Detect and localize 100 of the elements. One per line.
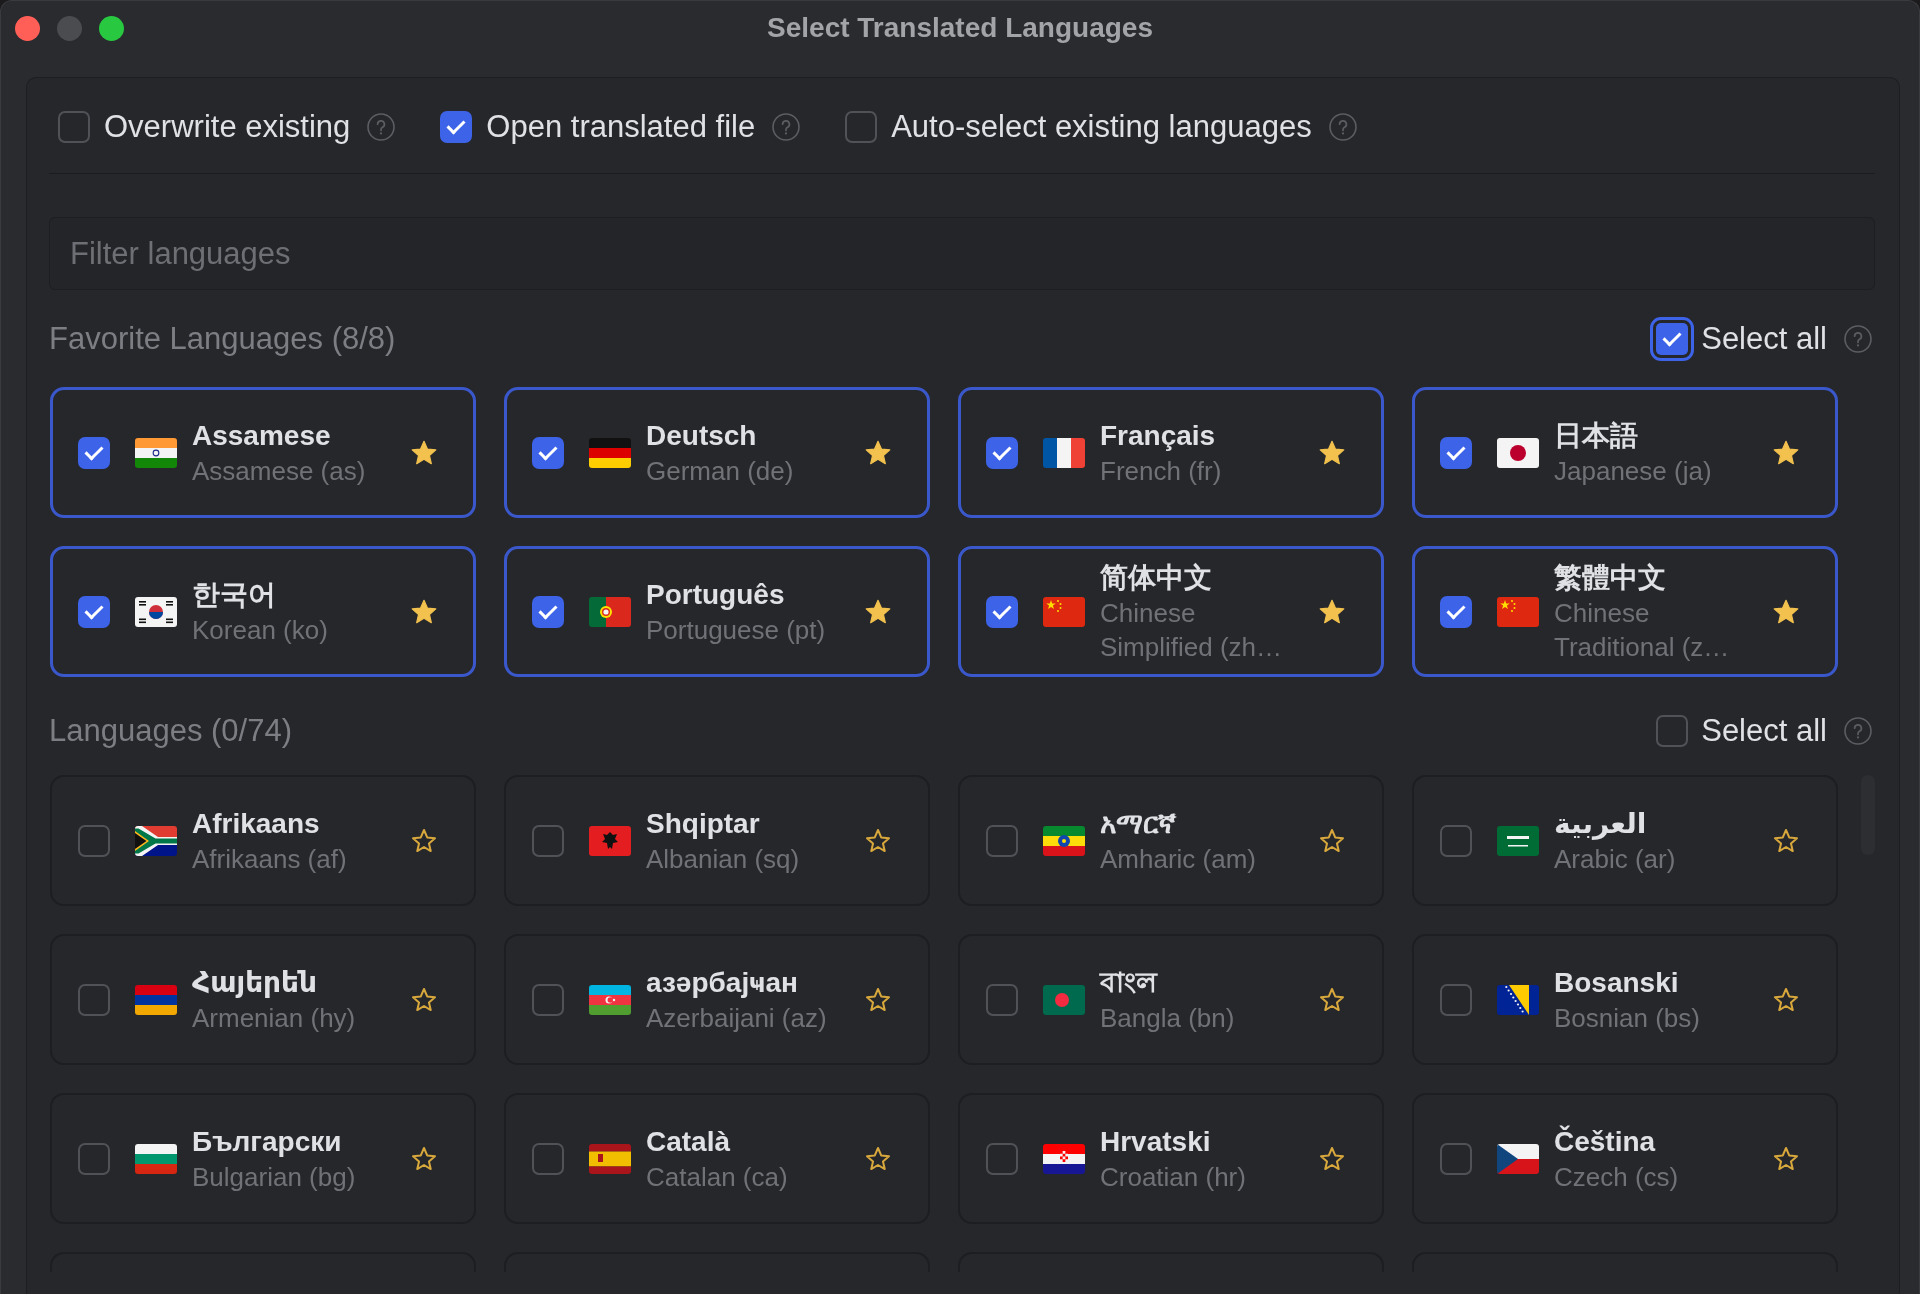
checkbox[interactable]	[1440, 824, 1472, 857]
language-card[interactable]: 简体中文 Chinese Simplified (zh…	[958, 546, 1384, 677]
language-card[interactable]: Deutsch German (de)	[504, 387, 930, 518]
language-card[interactable]: Hrvatski Croatian (hr)	[958, 1093, 1384, 1224]
select-all-checkbox[interactable]	[1656, 715, 1689, 747]
star-icon[interactable]	[1319, 987, 1345, 1012]
language-card[interactable]: Afrikaans Afrikaans (af)	[50, 775, 476, 906]
flag-icon	[589, 825, 631, 856]
star-icon[interactable]	[411, 987, 437, 1012]
star-icon[interactable]	[1773, 1146, 1799, 1171]
select-all-label[interactable]: Select all	[1701, 321, 1827, 357]
language-english-name: Japanese (ja)	[1554, 454, 1713, 488]
language-native-name: азәрбајҹан	[646, 965, 799, 1000]
checkbox[interactable]	[1440, 595, 1472, 628]
star-icon[interactable]	[865, 987, 891, 1012]
checkbox[interactable]	[986, 436, 1018, 469]
checkbox[interactable]	[78, 436, 110, 469]
language-card[interactable]: 日本語 Japanese (ja)	[1412, 387, 1838, 518]
checkbox[interactable]	[532, 1142, 564, 1175]
checkbox[interactable]	[986, 595, 1018, 628]
language-card[interactable]: Հայերեն Armenian (hy)	[50, 934, 476, 1065]
flag-icon	[135, 984, 177, 1015]
checkbox-label[interactable]: Overwrite existing	[104, 109, 351, 145]
language-english-name: Portuguese (pt)	[646, 613, 827, 647]
star-icon[interactable]	[1773, 440, 1799, 465]
select-all-label[interactable]: Select all	[1701, 713, 1827, 749]
checkbox[interactable]	[986, 1142, 1018, 1175]
star-icon[interactable]	[411, 1146, 437, 1171]
language-english-name: Azerbaijani (az)	[646, 1001, 828, 1035]
language-english-name: French (fr)	[1100, 454, 1223, 488]
language-english-name: Croatian (hr)	[1100, 1160, 1247, 1194]
filter-field[interactable]: Filter languages	[49, 217, 1875, 290]
language-native-name: Català	[646, 1124, 732, 1159]
language-english-name: Assamese (as)	[192, 454, 367, 488]
language-english-name: Chinese Traditional (z…	[1554, 596, 1731, 664]
checkbox[interactable]	[1440, 436, 1472, 469]
language-native-name: Français	[1100, 418, 1217, 453]
star-icon[interactable]	[865, 1146, 891, 1171]
language-english-name: Amharic (am)	[1100, 842, 1257, 876]
language-card[interactable]: азәрбајҹан Azerbaijani (az)	[504, 934, 930, 1065]
language-card[interactable]: Shqiptar Albanian (sq)	[504, 775, 930, 906]
checkbox[interactable]	[532, 436, 564, 469]
checkbox[interactable]	[78, 595, 110, 628]
checkbox-label[interactable]: Open translated file	[486, 109, 756, 145]
language-card[interactable]: Français French (fr)	[958, 387, 1384, 518]
flag-icon	[1043, 984, 1085, 1015]
language-card[interactable]: Čeština Czech (cs)	[1412, 1093, 1838, 1224]
language-card[interactable]: Bosanski Bosnian (bs)	[1412, 934, 1838, 1065]
flag-icon	[1497, 1143, 1539, 1174]
checkbox[interactable]	[532, 824, 564, 857]
flag-icon	[1497, 437, 1539, 468]
checkbox[interactable]	[986, 983, 1018, 1016]
zoom-button[interactable]	[99, 15, 124, 41]
checkbox[interactable]	[78, 1142, 110, 1175]
flag-icon	[1043, 437, 1085, 468]
star-icon[interactable]	[411, 599, 437, 624]
checkbox[interactable]	[78, 983, 110, 1016]
star-icon[interactable]	[1319, 828, 1345, 853]
star-icon[interactable]	[1319, 1146, 1345, 1171]
language-card[interactable]: አማርኛ Amharic (am)	[958, 775, 1384, 906]
star-icon[interactable]	[865, 440, 891, 465]
checkbox[interactable]	[78, 824, 110, 857]
language-card[interactable]: Български Bulgarian (bg)	[50, 1093, 476, 1224]
star-icon[interactable]	[865, 599, 891, 624]
star-icon[interactable]	[1773, 599, 1799, 624]
star-icon[interactable]	[1773, 828, 1799, 853]
language-card[interactable]: Assamese Assamese (as)	[50, 387, 476, 518]
checkbox[interactable]	[1440, 1142, 1472, 1175]
select-all-checkbox[interactable]	[1650, 317, 1695, 361]
checkbox[interactable]	[986, 824, 1018, 857]
checkbox[interactable]	[1440, 983, 1472, 1016]
language-native-name: Hrvatski	[1100, 1124, 1212, 1159]
star-icon[interactable]	[1773, 987, 1799, 1012]
language-english-name: Chinese Simplified (zh…	[1100, 596, 1284, 664]
language-english-name: Bangla (bn)	[1100, 1001, 1236, 1035]
language-english-name: German (de)	[646, 454, 795, 488]
language-card[interactable]: Português Portuguese (pt)	[504, 546, 930, 677]
window-title: Select Translated Languages	[767, 12, 1153, 44]
flag-icon	[589, 1143, 631, 1174]
flag-icon	[135, 596, 177, 627]
star-icon[interactable]	[865, 828, 891, 853]
language-card[interactable]: 繁體中文 Chinese Traditional (z…	[1412, 546, 1838, 677]
language-card[interactable]: বাংল Bangla (bn)	[958, 934, 1384, 1065]
star-icon[interactable]	[411, 440, 437, 465]
star-icon[interactable]	[1319, 599, 1345, 624]
checkbox[interactable]	[532, 595, 564, 628]
language-card[interactable]: 한국어 Korean (ko)	[50, 546, 476, 677]
checkbox[interactable]	[58, 111, 90, 143]
flag-icon	[589, 984, 631, 1015]
language-native-name: 繁體中文	[1554, 560, 1667, 595]
star-icon[interactable]	[411, 828, 437, 853]
close-button[interactable]	[15, 15, 40, 41]
checkbox[interactable]	[532, 983, 564, 1016]
checkbox[interactable]	[845, 111, 878, 143]
star-icon[interactable]	[1319, 440, 1345, 465]
checkbox[interactable]	[440, 111, 473, 143]
language-native-name: Bosanski	[1554, 965, 1680, 1000]
language-native-name: 日本語	[1554, 418, 1639, 453]
language-card[interactable]: Català Catalan (ca)	[504, 1093, 930, 1224]
checkbox-label[interactable]: Auto-select existing languages	[891, 109, 1312, 145]
